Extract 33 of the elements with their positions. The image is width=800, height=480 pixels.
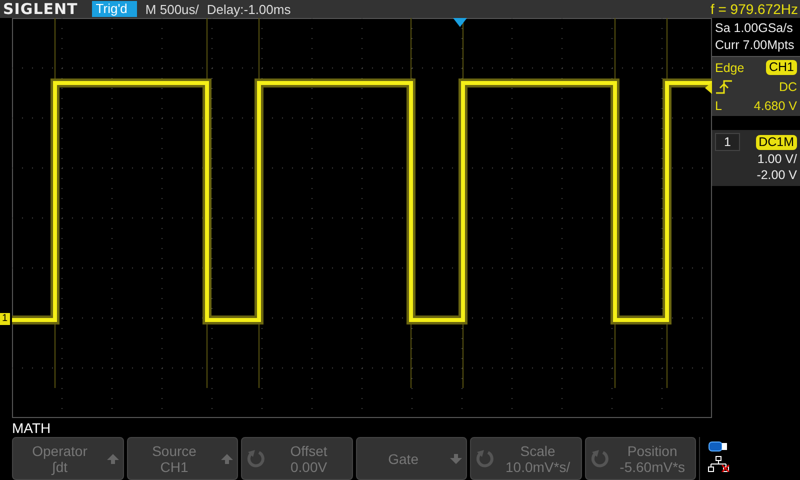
softkey[interactable]: Operator ∫dt bbox=[12, 437, 124, 480]
rotate-icon bbox=[590, 448, 610, 468]
softkey[interactable]: Offset 0.00V bbox=[241, 437, 353, 480]
trigger-coupling: DC bbox=[778, 80, 797, 94]
level-label: L bbox=[715, 99, 722, 113]
softkey[interactable]: Scale 10.0mV*s/ bbox=[470, 437, 582, 480]
sample-rate: Sa 1.00GSa/s bbox=[715, 20, 794, 37]
channel-tab[interactable]: 1 bbox=[715, 133, 740, 151]
up-arrow-icon bbox=[106, 454, 119, 464]
rotate-icon bbox=[475, 448, 496, 468]
menu-title: MATH bbox=[11, 419, 52, 437]
trigger-level: 4.680 V bbox=[754, 99, 797, 113]
softkey[interactable]: Position -5.60mV*s bbox=[584, 437, 696, 480]
trigger-type: Edge bbox=[715, 60, 744, 74]
channel-marker: 1 bbox=[0, 313, 10, 325]
channel-scale: 1.00 V/ bbox=[756, 151, 797, 167]
softkey[interactable]: Gate bbox=[356, 437, 468, 480]
softkey[interactable]: Source CH1 bbox=[126, 437, 238, 480]
channel-coupling: DC1M bbox=[756, 134, 797, 150]
usb-icon bbox=[708, 441, 728, 452]
trigger-source: CH1 bbox=[766, 60, 797, 75]
brand-logo: SIGLENT bbox=[3, 0, 78, 18]
network-disconnected-icon bbox=[708, 456, 730, 472]
rotate-icon bbox=[246, 448, 266, 468]
delay-readout: Delay:-1.00ms bbox=[206, 2, 291, 16]
up-arrow-icon bbox=[221, 454, 234, 464]
frequency-readout: f = 979.672Hz bbox=[710, 1, 799, 17]
channel-offset: -2.00 V bbox=[756, 167, 797, 183]
down-arrow-icon bbox=[450, 454, 462, 464]
timebase-readout: M 500us/ bbox=[145, 2, 199, 16]
rising-edge-icon bbox=[715, 80, 733, 94]
trigger-status: Trig'd bbox=[92, 1, 138, 17]
memory-depth: Curr 7.00Mpts bbox=[715, 37, 796, 54]
